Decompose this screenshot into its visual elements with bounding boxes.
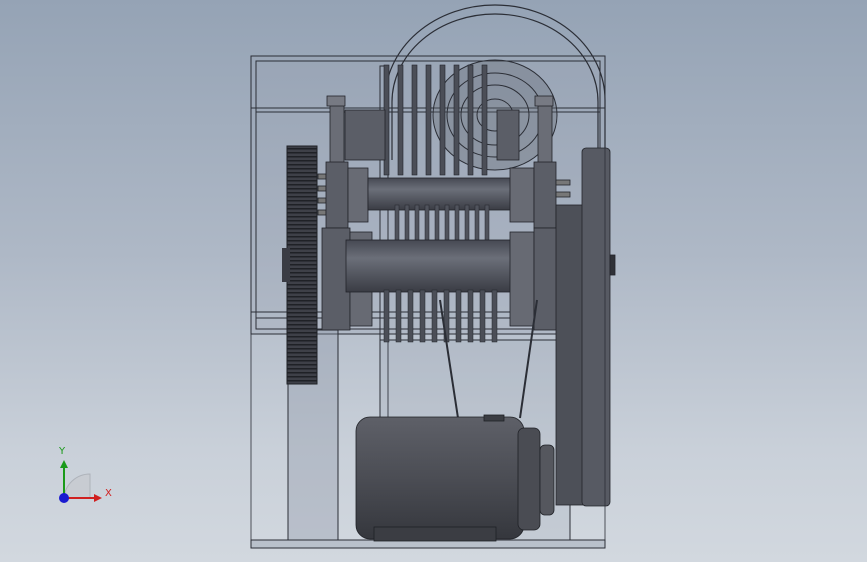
cad-viewport[interactable] (0, 0, 867, 562)
y-axis-label: Y (58, 446, 66, 457)
x-arrow-icon (94, 494, 102, 502)
electric-motor (355, 414, 555, 542)
triad-arc (63, 473, 91, 499)
spur-gear (282, 145, 318, 385)
x-axis-label: X (105, 488, 112, 499)
y-arrow-icon (60, 460, 68, 468)
z-axis-icon (59, 493, 69, 503)
coordinate-triad: X Y (58, 446, 112, 503)
